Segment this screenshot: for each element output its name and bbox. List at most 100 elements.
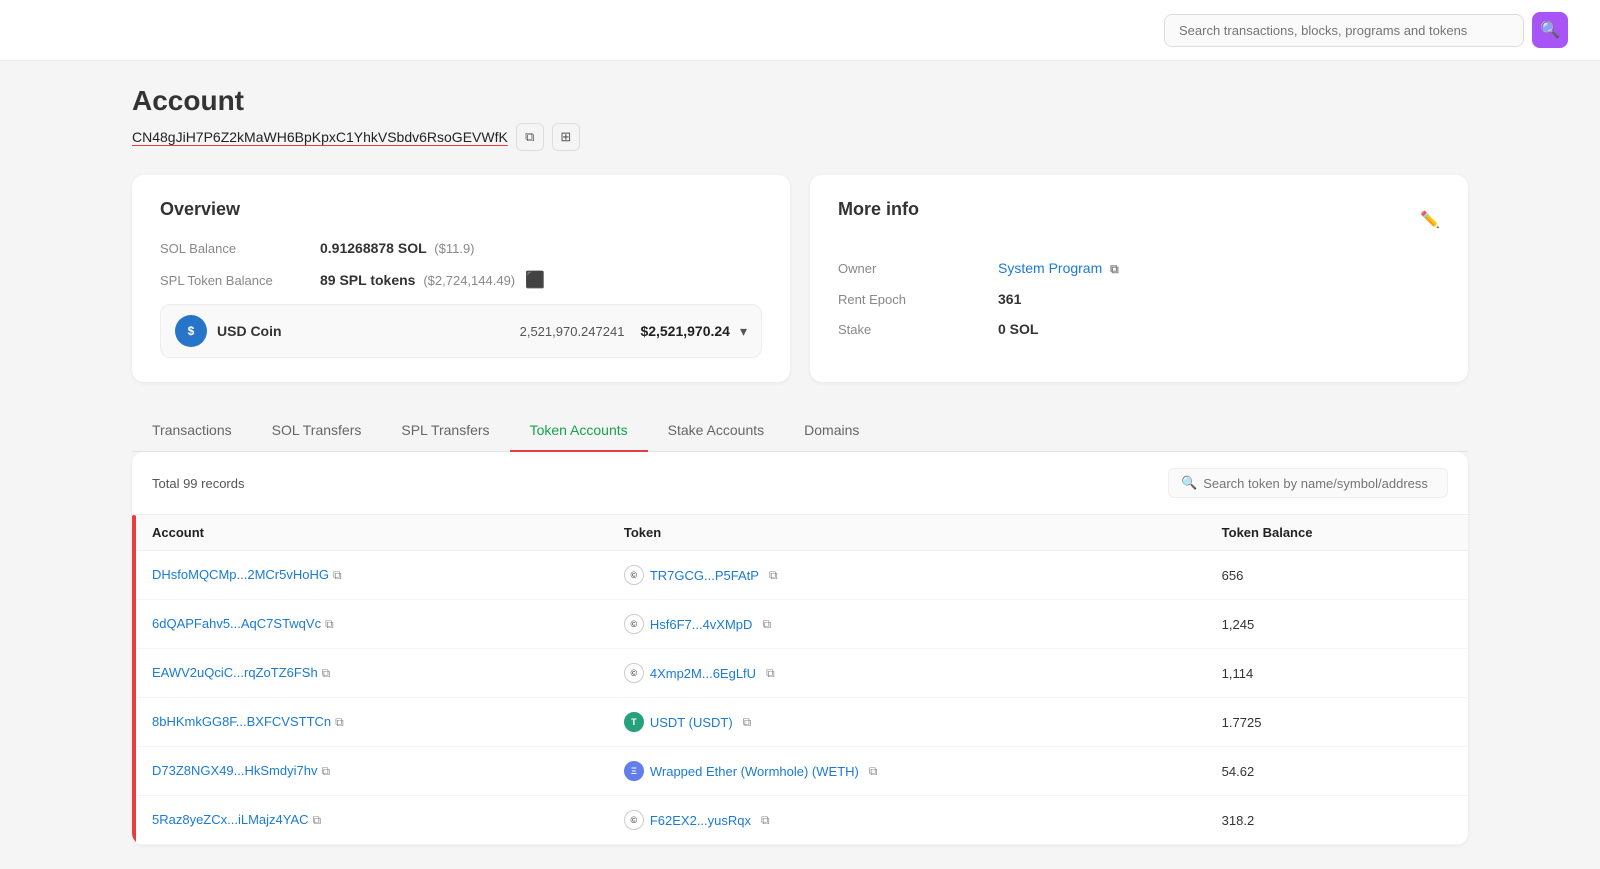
owner-label: Owner: [838, 261, 998, 276]
token-row: $ USD Coin 2,521,970.247241 $2,521,970.2…: [160, 304, 762, 358]
account-address-row: CN48gJiH7P6Z2kMaWH6BpKpxC1YhkVSbdv6RsoGE…: [132, 123, 1468, 151]
token-icon: $: [175, 315, 207, 347]
tabs-row: TransactionsSOL TransfersSPL TransfersTo…: [132, 410, 1468, 452]
account-link[interactable]: 6dQAPFahv5...AqC7STwqVc: [152, 616, 321, 631]
cards-row: Overview SOL Balance 0.91268878 SOL ($11…: [132, 175, 1468, 382]
copy-account-icon[interactable]: ⧉: [322, 666, 331, 681]
token-icon-1: ©: [624, 614, 644, 634]
rent-epoch-label: Rent Epoch: [838, 292, 998, 307]
copy-account-icon[interactable]: ⧉: [313, 813, 322, 828]
qr-icon: ⊞: [560, 129, 571, 145]
more-info-card: More info ✏️ Owner System Program ⧉ Rent…: [810, 175, 1468, 382]
page-content: Account CN48gJiH7P6Z2kMaWH6BpKpxC1YhkVSb…: [100, 61, 1500, 869]
page-title: Account: [132, 85, 1468, 117]
token-search-icon: 🔍: [1181, 475, 1197, 491]
token-name: USD Coin: [217, 323, 520, 339]
spl-balance-value: 89 SPL tokens ($2,724,144.49) ⬛: [320, 270, 545, 290]
col-account: Account: [132, 515, 604, 551]
token-icon-5: ©: [624, 810, 644, 830]
tab-spl-transfers[interactable]: SPL Transfers: [381, 410, 509, 452]
token-link[interactable]: Wrapped Ether (Wormhole) (WETH): [650, 764, 859, 779]
data-table: Account Token Token Balance DHsfoMQCMp..…: [132, 515, 1468, 845]
token-link[interactable]: Hsf6F7...4vXMpD: [650, 617, 753, 632]
token-search-input[interactable]: [1203, 476, 1435, 491]
copy-token-icon[interactable]: ⧉: [743, 715, 752, 730]
tab-domains[interactable]: Domains: [784, 410, 879, 452]
token-icon-0: ©: [624, 565, 644, 585]
table-row: 8bHKmkGG8F...BXFCVSTTCn ⧉ T USDT (USDT) ⧉ 1…: [132, 698, 1468, 747]
token-chevron-button[interactable]: ▾: [740, 323, 747, 340]
spl-token-icon: ⬛: [525, 272, 545, 289]
edit-icon[interactable]: ✏️: [1420, 210, 1440, 230]
account-address: CN48gJiH7P6Z2kMaWH6BpKpxC1YhkVSbdv6RsoGE…: [132, 129, 508, 145]
token-icon-3: T: [624, 712, 644, 732]
token-search: 🔍: [1168, 468, 1448, 498]
stake-row: Stake 0 SOL: [838, 321, 1440, 337]
tab-token-accounts[interactable]: Token Accounts: [510, 410, 648, 452]
header: 🔍: [0, 0, 1600, 61]
table-toolbar: Total 99 records 🔍: [132, 452, 1468, 515]
search-button[interactable]: 🔍: [1532, 12, 1568, 48]
token-link[interactable]: TR7GCG...P5FAtP: [650, 568, 759, 583]
token-link[interactable]: USDT (USDT): [650, 715, 733, 730]
col-balance: Token Balance: [1202, 515, 1468, 551]
token-amount: 2,521,970.247241: [520, 324, 625, 339]
account-link[interactable]: DHsfoMQCMp...2MCr5vHoHG: [152, 567, 329, 582]
token-balance: 1,245: [1202, 600, 1468, 649]
copy-token-icon[interactable]: ⧉: [769, 568, 778, 583]
table-row: 5Raz8yeZCx...iLMajz4YAC ⧉ © F62EX2...yusRq…: [132, 796, 1468, 845]
copy-icon: ⧉: [525, 129, 534, 145]
copy-owner-icon[interactable]: ⧉: [1110, 262, 1119, 277]
token-icon-4: Ξ: [624, 761, 644, 781]
table-row: DHsfoMQCMp...2MCr5vHoHG ⧉ © TR7GCG...P5FAt…: [132, 551, 1468, 600]
records-count: Total 99 records: [152, 476, 245, 491]
rent-epoch-row: Rent Epoch 361: [838, 291, 1440, 307]
tab-stake-accounts[interactable]: Stake Accounts: [648, 410, 785, 452]
more-info-title: More info: [838, 199, 919, 220]
account-link[interactable]: 8bHKmkGG8F...BXFCVSTTCn: [152, 714, 331, 729]
copy-account-icon[interactable]: ⧉: [321, 764, 330, 779]
token-icon-2: ©: [624, 663, 644, 683]
token-balance: 54.62: [1202, 747, 1468, 796]
rent-epoch-value: 361: [998, 291, 1021, 307]
search-input[interactable]: [1164, 14, 1524, 47]
account-link[interactable]: D73Z8NGX49...HkSmdyi7hv: [152, 763, 317, 778]
token-balance: 1.7725: [1202, 698, 1468, 747]
copy-token-icon[interactable]: ⧉: [869, 764, 878, 779]
table-wrapper: Account Token Token Balance DHsfoMQCMp..…: [132, 515, 1468, 845]
overview-title: Overview: [160, 199, 762, 220]
left-red-border: [132, 515, 136, 845]
copy-account-icon[interactable]: ⧉: [333, 568, 342, 583]
search-bar: 🔍: [1164, 12, 1568, 48]
copy-address-button[interactable]: ⧉: [516, 123, 544, 151]
token-link[interactable]: F62EX2...yusRqx: [650, 813, 751, 828]
table-row: EAWV2uQciC...rqZoTZ6FSh ⧉ © 4Xmp2M...6EgLf…: [132, 649, 1468, 698]
copy-token-icon[interactable]: ⧉: [766, 666, 775, 681]
stake-label: Stake: [838, 322, 998, 337]
tab-transactions[interactable]: Transactions: [132, 410, 252, 452]
tab-sol-transfers[interactable]: SOL Transfers: [252, 410, 382, 452]
stake-value: 0 SOL: [998, 321, 1038, 337]
token-link[interactable]: 4Xmp2M...6EgLfU: [650, 666, 756, 681]
copy-token-icon[interactable]: ⧉: [761, 813, 770, 828]
spl-balance-label: SPL Token Balance: [160, 273, 320, 288]
spl-balance-row: SPL Token Balance 89 SPL tokens ($2,724,…: [160, 270, 762, 290]
table-section: Total 99 records 🔍 Account Token Token B…: [132, 452, 1468, 845]
overview-card: Overview SOL Balance 0.91268878 SOL ($11…: [132, 175, 790, 382]
account-link[interactable]: EAWV2uQciC...rqZoTZ6FSh: [152, 665, 318, 680]
copy-token-icon[interactable]: ⧉: [762, 617, 771, 632]
sol-balance-row: SOL Balance 0.91268878 SOL ($11.9): [160, 240, 762, 256]
copy-account-icon[interactable]: ⧉: [335, 715, 344, 730]
more-info-header: More info ✏️: [838, 199, 1440, 240]
table-row: 6dQAPFahv5...AqC7STwqVc ⧉ © Hsf6F7...4vXMp…: [132, 600, 1468, 649]
token-balance: 318.2: [1202, 796, 1468, 845]
sol-balance-label: SOL Balance: [160, 241, 320, 256]
owner-link[interactable]: System Program: [998, 260, 1102, 276]
search-icon: 🔍: [1540, 20, 1560, 40]
account-link[interactable]: 5Raz8yeZCx...iLMajz4YAC: [152, 812, 309, 827]
token-usd: $2,521,970.24: [640, 323, 730, 339]
token-balance: 656: [1202, 551, 1468, 600]
copy-account-icon[interactable]: ⧉: [325, 617, 334, 632]
owner-row: Owner System Program ⧉: [838, 260, 1440, 277]
qr-address-button[interactable]: ⊞: [552, 123, 580, 151]
